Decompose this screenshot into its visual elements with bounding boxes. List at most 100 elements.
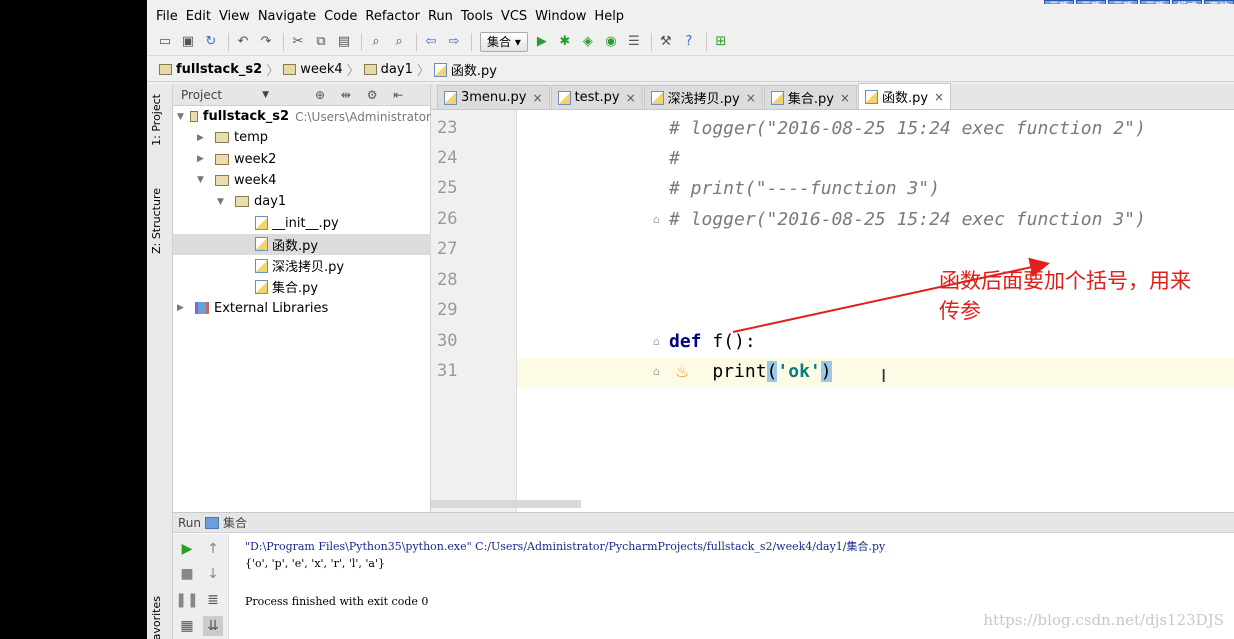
run-panel-title: Run <box>178 515 202 530</box>
run-icon[interactable]: ▶ <box>532 32 552 52</box>
python-file-icon <box>557 90 571 105</box>
tree-item[interactable]: 集合.py <box>173 276 431 297</box>
tab-hanshu[interactable]: 函数.py × <box>857 83 952 109</box>
rerun-icon[interactable]: ▶ <box>177 539 197 559</box>
tree-item-label: External Libraries <box>214 300 329 316</box>
tree-item[interactable]: 深浅拷贝.py <box>173 255 431 276</box>
tasks-icon[interactable]: ☰ <box>624 32 644 52</box>
run-config-name[interactable]: 集合 <box>223 514 247 531</box>
menu-file[interactable]: File <box>156 9 178 24</box>
tool-tab-favorites[interactable]: Favorites <box>150 596 163 639</box>
folder-icon <box>159 64 172 75</box>
chevron-down-icon[interactable]: ▼ <box>177 112 184 122</box>
chevron-down-icon[interactable]: ▼ <box>262 90 269 100</box>
close-icon[interactable]: × <box>533 91 543 105</box>
chevron-right-icon[interactable]: ▶ <box>177 303 189 313</box>
redo-icon[interactable]: ↷ <box>256 32 276 52</box>
tree-item[interactable]: ▼ day1 <box>173 191 431 212</box>
undo-icon[interactable]: ↶ <box>233 32 253 52</box>
close-icon[interactable]: × <box>626 91 636 105</box>
toolbar-divider <box>283 32 284 51</box>
menu-refactor[interactable]: Refactor <box>365 9 420 24</box>
tab-shenqian-kaobei[interactable]: 深浅拷贝.py × <box>643 85 763 109</box>
scroll-up-icon[interactable]: ↑ <box>203 539 223 559</box>
debug-icon[interactable]: ✱ <box>555 32 575 52</box>
coverage-icon[interactable]: ◈ <box>578 32 598 52</box>
tree-item-label: 深浅拷贝.py <box>272 260 345 276</box>
open-folder-icon[interactable]: ▭ <box>155 32 175 52</box>
tree-item[interactable]: 函数.py <box>173 233 431 255</box>
close-icon[interactable]: × <box>840 91 850 105</box>
menu-run[interactable]: Run <box>428 9 453 24</box>
menu-edit[interactable]: Edit <box>186 9 211 24</box>
scroll-down-icon[interactable]: ↓ <box>203 564 223 584</box>
tree-item-label: temp <box>234 130 269 146</box>
breadcrumb-item[interactable]: week4 〉 <box>283 60 363 79</box>
cut-icon[interactable]: ✂ <box>288 32 308 52</box>
tree-item[interactable]: ▶ temp <box>173 127 431 148</box>
menu-tools[interactable]: Tools <box>461 9 493 24</box>
folder-icon <box>363 64 377 75</box>
run-panel: Run 集合 ▶ ■ ❚❚ ▦ ↑ ↓ ≣ ⇊ "D:\Program File… <box>173 512 1234 639</box>
folder-icon <box>215 132 229 144</box>
tab-test[interactable]: test.py × <box>550 85 643 109</box>
annotation-note: 函数后面要加个括号，用来 传参 <box>939 269 1191 323</box>
find-icon[interactable]: ⌕ <box>366 32 386 52</box>
toolbar-divider <box>416 32 417 51</box>
forward-icon[interactable]: ⇨ <box>444 32 464 52</box>
chevron-down-icon[interactable]: ▼ <box>217 197 229 207</box>
tab-jihe[interactable]: 集合.py × <box>763 85 857 109</box>
pause-icon[interactable]: ❚❚ <box>175 590 198 610</box>
settings-icon[interactable]: ⚒ <box>656 32 676 52</box>
stop-icon[interactable]: ■ <box>177 564 197 584</box>
editor-tab-bar: 3menu.py × test.py × 深浅拷贝.py × 集合.py × 函数.py… <box>431 83 1234 110</box>
project-path: C:\Users\Administrator <box>295 109 431 124</box>
run-config-dropdown[interactable]: 集合 ▾ <box>480 31 528 52</box>
copy-icon[interactable]: ⧉ <box>311 32 331 52</box>
menu-help[interactable]: Help <box>594 9 624 24</box>
tree-item[interactable]: ▶ week2 <box>173 149 431 170</box>
tree-item[interactable]: ▼ fullstack_s2 C:\Users\Administrator <box>173 106 431 127</box>
toolbar-divider <box>650 32 652 51</box>
run-config-label: 集合 <box>487 35 512 49</box>
python-file-icon <box>255 216 268 230</box>
back-icon[interactable]: ⇦ <box>421 32 441 52</box>
save-icon[interactable]: ▣ <box>178 32 198 52</box>
tree-item[interactable]: ▶ External Libraries <box>173 298 431 319</box>
project-view-selector[interactable]: Project <box>181 88 222 102</box>
tool-tab-project[interactable]: 1: Project <box>150 94 163 146</box>
menu-navigate[interactable]: Navigate <box>258 9 316 24</box>
soft-wrap-icon[interactable]: ≣ <box>203 590 223 610</box>
layout-icon[interactable]: ▦ <box>177 616 197 636</box>
menu-window[interactable]: Window <box>535 9 586 24</box>
run-output-controls: ↑ ↓ ≣ ⇊ <box>199 534 229 639</box>
horizontal-scrollbar[interactable] <box>431 500 581 508</box>
tree-item[interactable]: ▼ week4 <box>173 170 431 191</box>
chevron-right-icon[interactable]: ▶ <box>197 133 209 143</box>
breadcrumb-item[interactable]: fullstack_s2 〉 <box>159 60 283 79</box>
profile-icon[interactable]: ◉ <box>601 32 621 52</box>
breadcrumb-item[interactable]: day1 〉 <box>363 60 434 79</box>
close-icon[interactable]: × <box>934 90 944 104</box>
menu-code[interactable]: Code <box>324 9 357 24</box>
scroll-to-end-icon[interactable]: ⇊ <box>203 616 223 636</box>
close-icon[interactable]: × <box>746 91 756 105</box>
menu-view[interactable]: View <box>219 9 250 24</box>
menu-vcs[interactable]: VCS <box>501 9 527 24</box>
chevron-down-icon[interactable]: ▼ <box>197 175 209 185</box>
run-panel-header: Run 集合 <box>173 513 1234 533</box>
project-panel-tools[interactable]: ⊕ ⇹ ⚙ ⇤ <box>315 88 409 102</box>
tool-tab-structure[interactable]: Z: Structure <box>150 188 163 254</box>
chevron-right-icon[interactable]: ▶ <box>197 154 209 164</box>
tab-3menu[interactable]: 3menu.py × <box>437 85 550 109</box>
breadcrumb-item[interactable]: 函数.py <box>433 60 501 79</box>
paste-icon[interactable]: ▤ <box>334 32 354 52</box>
sync-icon[interactable]: ↻ <box>201 32 221 52</box>
tree-item[interactable]: __init__.py <box>173 213 431 234</box>
code-editor[interactable]: 23 24 25 26 27 28 29 30 31 # logger("201… <box>431 110 1234 512</box>
python-file-icon <box>255 279 268 294</box>
help-icon[interactable]: ? <box>679 32 699 52</box>
plugin-icon[interactable]: ⊞ <box>711 32 731 52</box>
replace-icon[interactable]: ⌕ <box>389 32 409 52</box>
left-tool-strip: 1: Project Z: Structure Favorites <box>147 84 173 639</box>
